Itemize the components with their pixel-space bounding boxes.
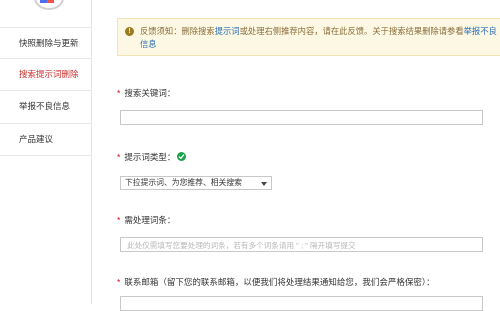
keyword-label: * 搜索关键词：	[117, 87, 175, 99]
notice-text-part: 反馈须知：删除搜索	[140, 26, 215, 36]
required-asterisk: *	[117, 215, 121, 225]
term-placeholder: 此处仅需填写您要处理的词条，若有多个词条请用 " ; " 隔开填写提交	[127, 241, 356, 250]
email-label: * 联系邮箱（留下您的联系邮箱，以便我们将处理结果通知给您，我们会严格保密）：	[117, 276, 435, 288]
term-label-text: 需处理词条：	[124, 215, 176, 225]
sidebar-item-report[interactable]: 举报不良信息	[0, 91, 91, 121]
check-icon	[177, 152, 187, 161]
sidebar-item-suggestion-delete[interactable]: 搜索提示词删除	[0, 59, 91, 89]
notice-text-part: 或处理右侧推荐内容，请在此反馈。关于搜索结果删除请参看	[239, 26, 464, 36]
keyword-input[interactable]	[120, 110, 483, 125]
divider	[0, 155, 91, 156]
main-content: ! 反馈须知：删除搜索提示词或处理右侧推荐内容，请在此反馈。关于搜索结果删除请参…	[107, 0, 500, 311]
type-label: * 提示词类型：	[117, 151, 187, 163]
suggestion-link[interactable]: 提示词	[215, 26, 240, 36]
sidebar: 快照删除与更新 搜索提示词删除 举报不良信息 产品建议	[0, 0, 92, 304]
type-select[interactable]: 下拉提示词、为您推荐、相关搜索	[120, 176, 272, 190]
type-select-value: 下拉提示词、为您推荐、相关搜索	[125, 178, 242, 187]
email-label-text: 联系邮箱（留下您的联系邮箱，以便我们将处理结果通知给您，我们会严格保密）：	[124, 277, 435, 287]
type-label-text: 提示词类型：	[124, 152, 176, 162]
sidebar-item-feedback[interactable]: 产品建议	[0, 124, 91, 154]
chevron-down-icon	[261, 182, 267, 186]
notice-box: ! 反馈须知：删除搜索提示词或处理右侧推荐内容，请在此反馈。关于搜索结果删除请参…	[117, 18, 500, 56]
notice-text: 反馈须知：删除搜索提示词或处理右侧推荐内容，请在此反馈。关于搜索结果删除请参看举…	[140, 25, 497, 51]
required-asterisk: *	[117, 88, 121, 98]
logo-accent-red	[47, 0, 54, 3]
keyword-label-text: 搜索关键词：	[124, 88, 176, 98]
required-asterisk: *	[117, 277, 121, 287]
info-icon: !	[125, 27, 134, 36]
sidebar-item-snapshot[interactable]: 快照删除与更新	[0, 28, 91, 58]
required-asterisk: *	[117, 152, 121, 162]
term-label: * 需处理词条：	[117, 214, 175, 226]
term-input[interactable]: 此处仅需填写您要处理的词条，若有多个词条请用 " ; " 隔开填写提交	[120, 237, 483, 252]
